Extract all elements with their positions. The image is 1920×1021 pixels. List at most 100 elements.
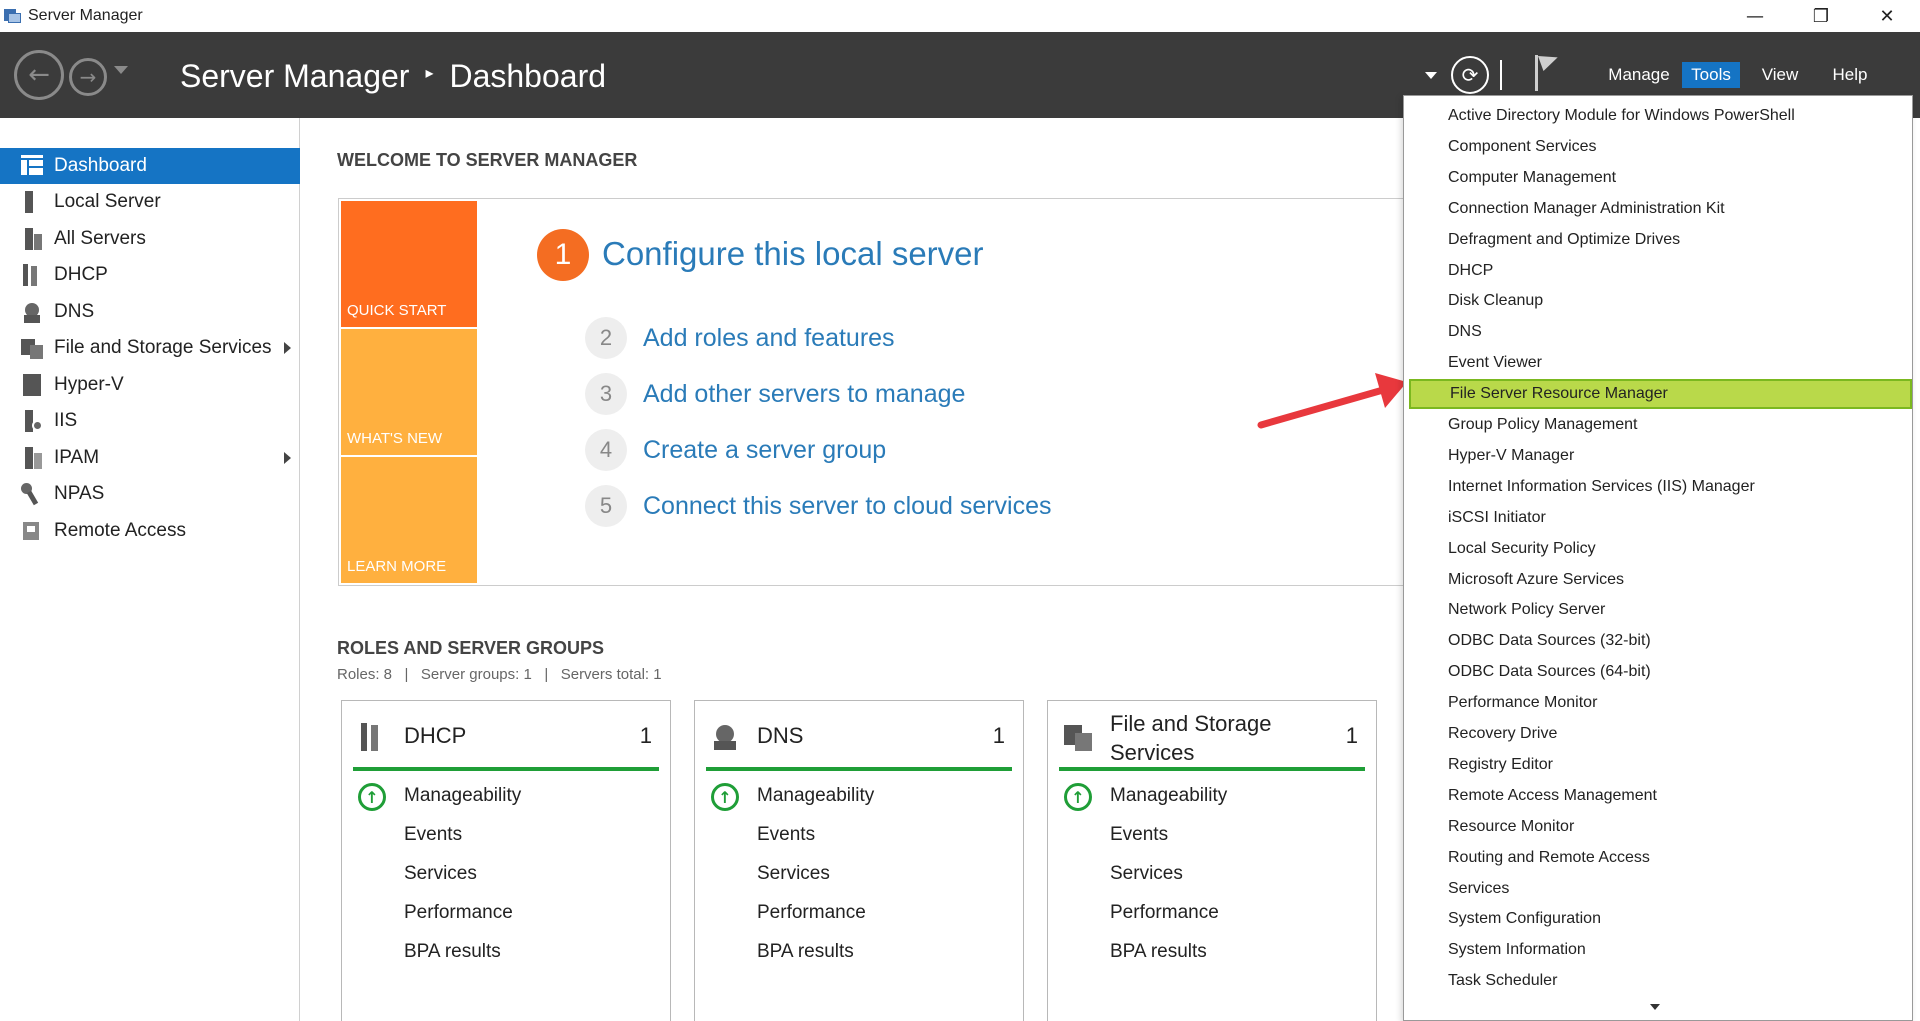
row-manageability[interactable]: Manageability <box>757 785 874 807</box>
sidebar-item-label: IPAM <box>54 447 100 468</box>
arrow-right-icon: → <box>79 65 97 89</box>
configure-local-server-link[interactable]: Configure this local server <box>602 235 984 273</box>
row-bpa-results[interactable]: BPA results <box>1110 941 1207 963</box>
tile-whats-new[interactable]: WHAT'S NEW <box>341 329 477 455</box>
tools-menu-item[interactable]: iSCSI Initiator <box>1409 503 1912 533</box>
sidebar-item-dashboard[interactable]: Dashboard <box>0 148 300 184</box>
expand-chevron-icon[interactable] <box>284 342 291 354</box>
breadcrumb-separator-icon: ▸ <box>425 65 434 82</box>
sidebar-item-local-server[interactable]: Local Server <box>0 184 300 220</box>
row-events[interactable]: Events <box>404 824 462 846</box>
tools-menu-item[interactable]: Performance Monitor <box>1409 688 1912 718</box>
tile-learn-more[interactable]: LEARN MORE <box>341 457 477 583</box>
role-card-count: 1 <box>639 723 652 748</box>
tools-menu-item[interactable]: Local Security Policy <box>1409 534 1912 564</box>
row-bpa-results[interactable]: BPA results <box>757 941 854 963</box>
tools-menu-item[interactable]: Registry Editor <box>1409 750 1912 780</box>
menu-view[interactable]: View <box>1750 62 1810 88</box>
cloud-services-link[interactable]: Connect this server to cloud services <box>643 492 1052 521</box>
tools-menu-item[interactable]: Resource Monitor <box>1409 812 1912 842</box>
tools-menu-item[interactable]: Hyper-V Manager <box>1409 441 1912 471</box>
file-storage-icon <box>21 337 43 359</box>
sidebar-item-file-storage[interactable]: File and Storage Services <box>0 330 300 366</box>
sidebar-item-hyper-v[interactable]: Hyper-V <box>0 367 300 403</box>
sidebar-item-dhcp[interactable]: DHCP <box>0 257 300 293</box>
row-events[interactable]: Events <box>1110 824 1168 846</box>
expand-chevron-icon[interactable] <box>284 452 291 464</box>
sidebar-item-ipam[interactable]: IPAM <box>0 440 300 476</box>
tools-menu-item[interactable]: Component Services <box>1409 132 1912 162</box>
notifications-flag-icon[interactable] <box>1533 49 1561 91</box>
role-card-file-storage[interactable]: File and Storage Services 1 ↑ Manageabil… <box>1047 700 1377 1021</box>
step-add-roles: 2 Add roles and features <box>585 317 895 359</box>
tools-menu-item[interactable]: Active Directory Module for Windows Powe… <box>1409 101 1912 131</box>
tools-menu-item[interactable]: Recovery Drive <box>1409 719 1912 749</box>
notifications-dropdown-icon[interactable] <box>1425 72 1437 79</box>
tools-menu-item[interactable]: Event Viewer <box>1409 348 1912 378</box>
tools-menu-item[interactable]: Remote Access Management <box>1409 781 1912 811</box>
restore-button[interactable]: ❐ <box>1788 0 1854 32</box>
sidebar-item-dns[interactable]: DNS <box>0 294 300 330</box>
add-roles-link[interactable]: Add roles and features <box>643 324 895 353</box>
menu-manage[interactable]: Manage <box>1594 62 1684 88</box>
sidebar-item-npas[interactable]: NPAS <box>0 476 300 512</box>
roles-summary: Roles: 8 | Server groups: 1 | Servers to… <box>337 666 662 683</box>
step-add-servers: 3 Add other servers to manage <box>585 373 965 415</box>
row-events[interactable]: Events <box>757 824 815 846</box>
scroll-down-icon[interactable] <box>1650 1004 1660 1010</box>
tools-menu-item[interactable]: Computer Management <box>1409 163 1912 193</box>
sidebar-item-all-servers[interactable]: All Servers <box>0 221 300 257</box>
refresh-icon[interactable]: ⟳ <box>1451 56 1489 94</box>
history-dropdown-icon[interactable] <box>114 66 128 74</box>
role-card-title[interactable]: File and Storage Services <box>1110 709 1320 767</box>
window-controls: — ❐ ✕ <box>1722 0 1920 32</box>
tools-menu-item[interactable]: DHCP <box>1409 256 1912 286</box>
role-card-title[interactable]: DNS <box>757 721 967 750</box>
menu-help[interactable]: Help <box>1820 62 1880 88</box>
sidebar-item-remote-access[interactable]: Remote Access <box>0 513 300 549</box>
row-services[interactable]: Services <box>1110 863 1183 885</box>
close-button[interactable]: ✕ <box>1854 0 1920 32</box>
role-card-dns[interactable]: DNS 1 ↑ Manageability Events Services Pe… <box>694 700 1024 1021</box>
breadcrumb-app[interactable]: Server Manager <box>180 58 409 95</box>
tools-menu-item[interactable]: Disk Cleanup <box>1409 286 1912 316</box>
row-bpa-results[interactable]: BPA results <box>404 941 501 963</box>
tools-menu-item[interactable]: Routing and Remote Access <box>1409 843 1912 873</box>
menu-tools[interactable]: Tools <box>1682 62 1740 88</box>
window-title: Server Manager <box>28 7 143 24</box>
tools-menu-item[interactable]: Network Policy Server <box>1409 595 1912 625</box>
add-servers-link[interactable]: Add other servers to manage <box>643 380 965 409</box>
title-bar: Server Manager — ❐ ✕ <box>0 0 1920 32</box>
back-button[interactable]: ← <box>14 50 64 100</box>
sidebar-item-iis[interactable]: IIS <box>0 403 300 439</box>
role-card-title[interactable]: DHCP <box>404 721 614 750</box>
forward-button[interactable]: → <box>69 58 107 96</box>
tools-menu-item[interactable]: Task Scheduler <box>1409 966 1912 996</box>
dhcp-icon <box>358 723 386 751</box>
row-performance[interactable]: Performance <box>404 902 513 924</box>
row-services[interactable]: Services <box>404 863 477 885</box>
minimize-button[interactable]: — <box>1722 0 1788 32</box>
row-manageability[interactable]: Manageability <box>1110 785 1227 807</box>
tools-menu-item[interactable]: System Information <box>1409 935 1912 965</box>
tools-menu-item[interactable]: ODBC Data Sources (64-bit) <box>1409 657 1912 687</box>
tools-menu-item[interactable]: File Server Resource Manager <box>1409 379 1912 410</box>
ipam-icon <box>21 447 43 469</box>
tools-menu-item[interactable]: ODBC Data Sources (32-bit) <box>1409 626 1912 656</box>
tools-menu-item[interactable]: DNS <box>1409 317 1912 347</box>
tools-menu-item[interactable]: Defragment and Optimize Drives <box>1409 225 1912 255</box>
tools-menu-item[interactable]: Microsoft Azure Services <box>1409 565 1912 595</box>
role-card-dhcp[interactable]: DHCP 1 ↑ Manageability Events Services P… <box>341 700 671 1021</box>
tools-menu-item[interactable]: System Configuration <box>1409 904 1912 934</box>
tools-menu-item[interactable]: Connection Manager Administration Kit <box>1409 194 1912 224</box>
tools-menu-item[interactable]: Internet Information Services (IIS) Mana… <box>1409 472 1912 502</box>
row-performance[interactable]: Performance <box>1110 902 1219 924</box>
row-performance[interactable]: Performance <box>757 902 866 924</box>
create-server-group-link[interactable]: Create a server group <box>643 436 886 465</box>
row-services[interactable]: Services <box>757 863 830 885</box>
row-manageability[interactable]: Manageability <box>404 785 521 807</box>
sidebar-item-label: Remote Access <box>54 520 186 541</box>
tile-quick-start[interactable]: QUICK START <box>341 201 477 327</box>
tools-menu-item[interactable]: Services <box>1409 874 1912 904</box>
tools-menu-item[interactable]: Group Policy Management <box>1409 410 1912 440</box>
